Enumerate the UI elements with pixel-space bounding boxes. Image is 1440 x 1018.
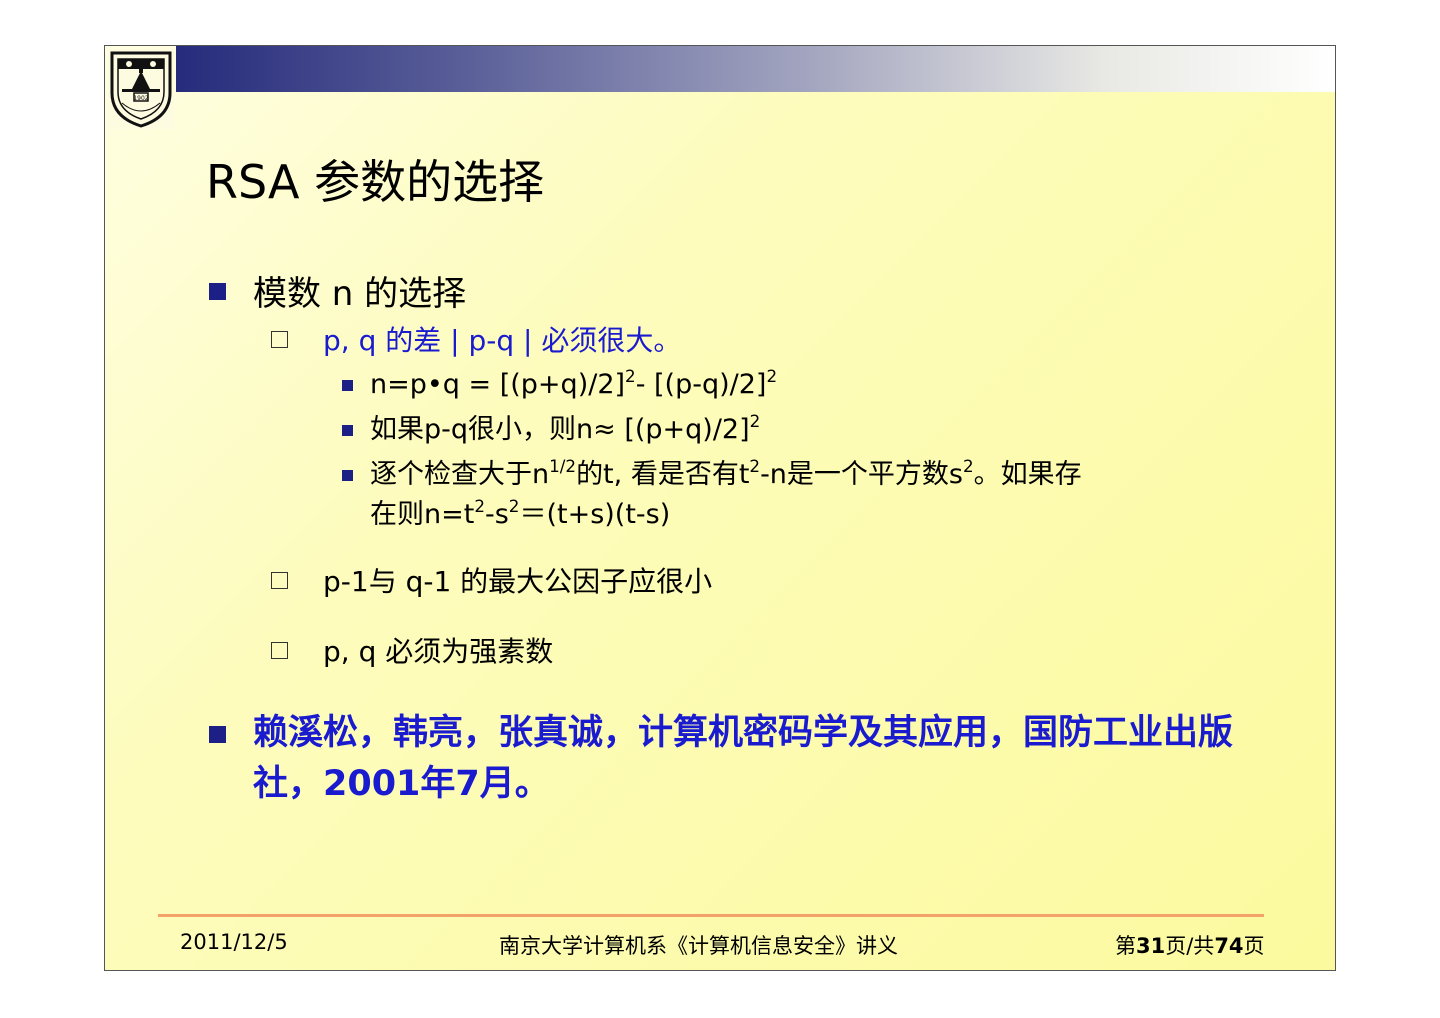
equation-text: 的t, 看是否有t	[576, 459, 750, 490]
equation-text: 。如果存	[973, 459, 1082, 490]
sub-bullet-pq-difference: p, q 的差 | p-q | 必须很大。	[323, 324, 682, 357]
sub-bullet-strong-primes: p, q 必须为强素数	[323, 635, 554, 668]
bullet-small-square-icon	[342, 425, 353, 436]
sub-bullet-gcd: p-1与 q-1 的最大公因子应很小	[323, 565, 713, 598]
superscript: 2	[962, 456, 974, 477]
equation-text: 逐个检查大于n	[370, 459, 550, 490]
equation-text: 如果p-q很小，则n≈ [(p+q)/2]	[370, 414, 750, 445]
equation-small-difference: 如果p-q很小，则n≈ [(p+q)/2]2	[370, 410, 760, 450]
bullet-small-square-icon	[342, 380, 353, 391]
equation-text: - [(p-q)/2]	[635, 369, 767, 400]
superscript: 2	[749, 456, 761, 477]
bullet-square-icon	[209, 283, 226, 300]
page-prefix: 第	[1115, 934, 1136, 958]
bullet-small-square-icon	[342, 470, 353, 481]
equation-n-product: n=p•q = [(p+q)/2]2- [(p-q)/2]2	[370, 365, 777, 405]
sub-bullet-box-icon	[271, 331, 288, 348]
sub-bullet-box-icon	[271, 642, 288, 659]
equation-check-square: 逐个检查大于n1/2的t, 看是否有t2-n是一个平方数s2。如果存 在则n=t…	[370, 455, 1082, 535]
bullet-reference: 赖溪松，韩亮，张真诚，计算机密码学及其应用，国防工业出版社，2001年7月。	[253, 713, 1234, 804]
svg-text:1902: 1902	[133, 95, 148, 102]
page-total: 74	[1214, 934, 1244, 958]
superscript: 2	[625, 366, 636, 387]
page-mid: 页/共	[1165, 934, 1215, 958]
page-current: 31	[1136, 934, 1166, 958]
equation-text: n=p•q = [(p+q)/2]	[370, 369, 626, 400]
superscript: 2	[766, 366, 778, 387]
page-suffix: 页	[1243, 934, 1265, 958]
equation-text: ＝(t+s)(t-s)	[519, 499, 671, 530]
equation-text: -n是一个平方数s	[760, 459, 963, 490]
header-gradient-band	[176, 46, 1335, 92]
superscript: 2	[474, 496, 485, 517]
bullet-square-icon	[209, 726, 226, 743]
sub-bullet-box-icon	[271, 572, 288, 589]
slide-title: RSA 参数的选择	[206, 155, 545, 209]
slide: 1902 RSA 参数的选择 模数 n 的选择 p, q 的差 | p-q | …	[104, 45, 1336, 971]
superscript: 1/2	[549, 456, 577, 477]
superscript: 2	[749, 411, 761, 432]
university-seal-icon: 1902	[108, 49, 174, 129]
footer-page-number: 第31页/共74页	[1115, 930, 1265, 960]
bullet-modulus-selection: 模数 n 的选择	[253, 274, 467, 314]
equation-text: -s	[484, 499, 509, 530]
superscript: 2	[508, 496, 520, 517]
footer-date: 2011/12/5	[180, 930, 288, 954]
footer-rule	[158, 914, 1264, 917]
footer-course-title: 南京大学计算机系《计算机信息安全》讲义	[499, 934, 898, 958]
equation-text: 在则n=t	[370, 499, 475, 530]
